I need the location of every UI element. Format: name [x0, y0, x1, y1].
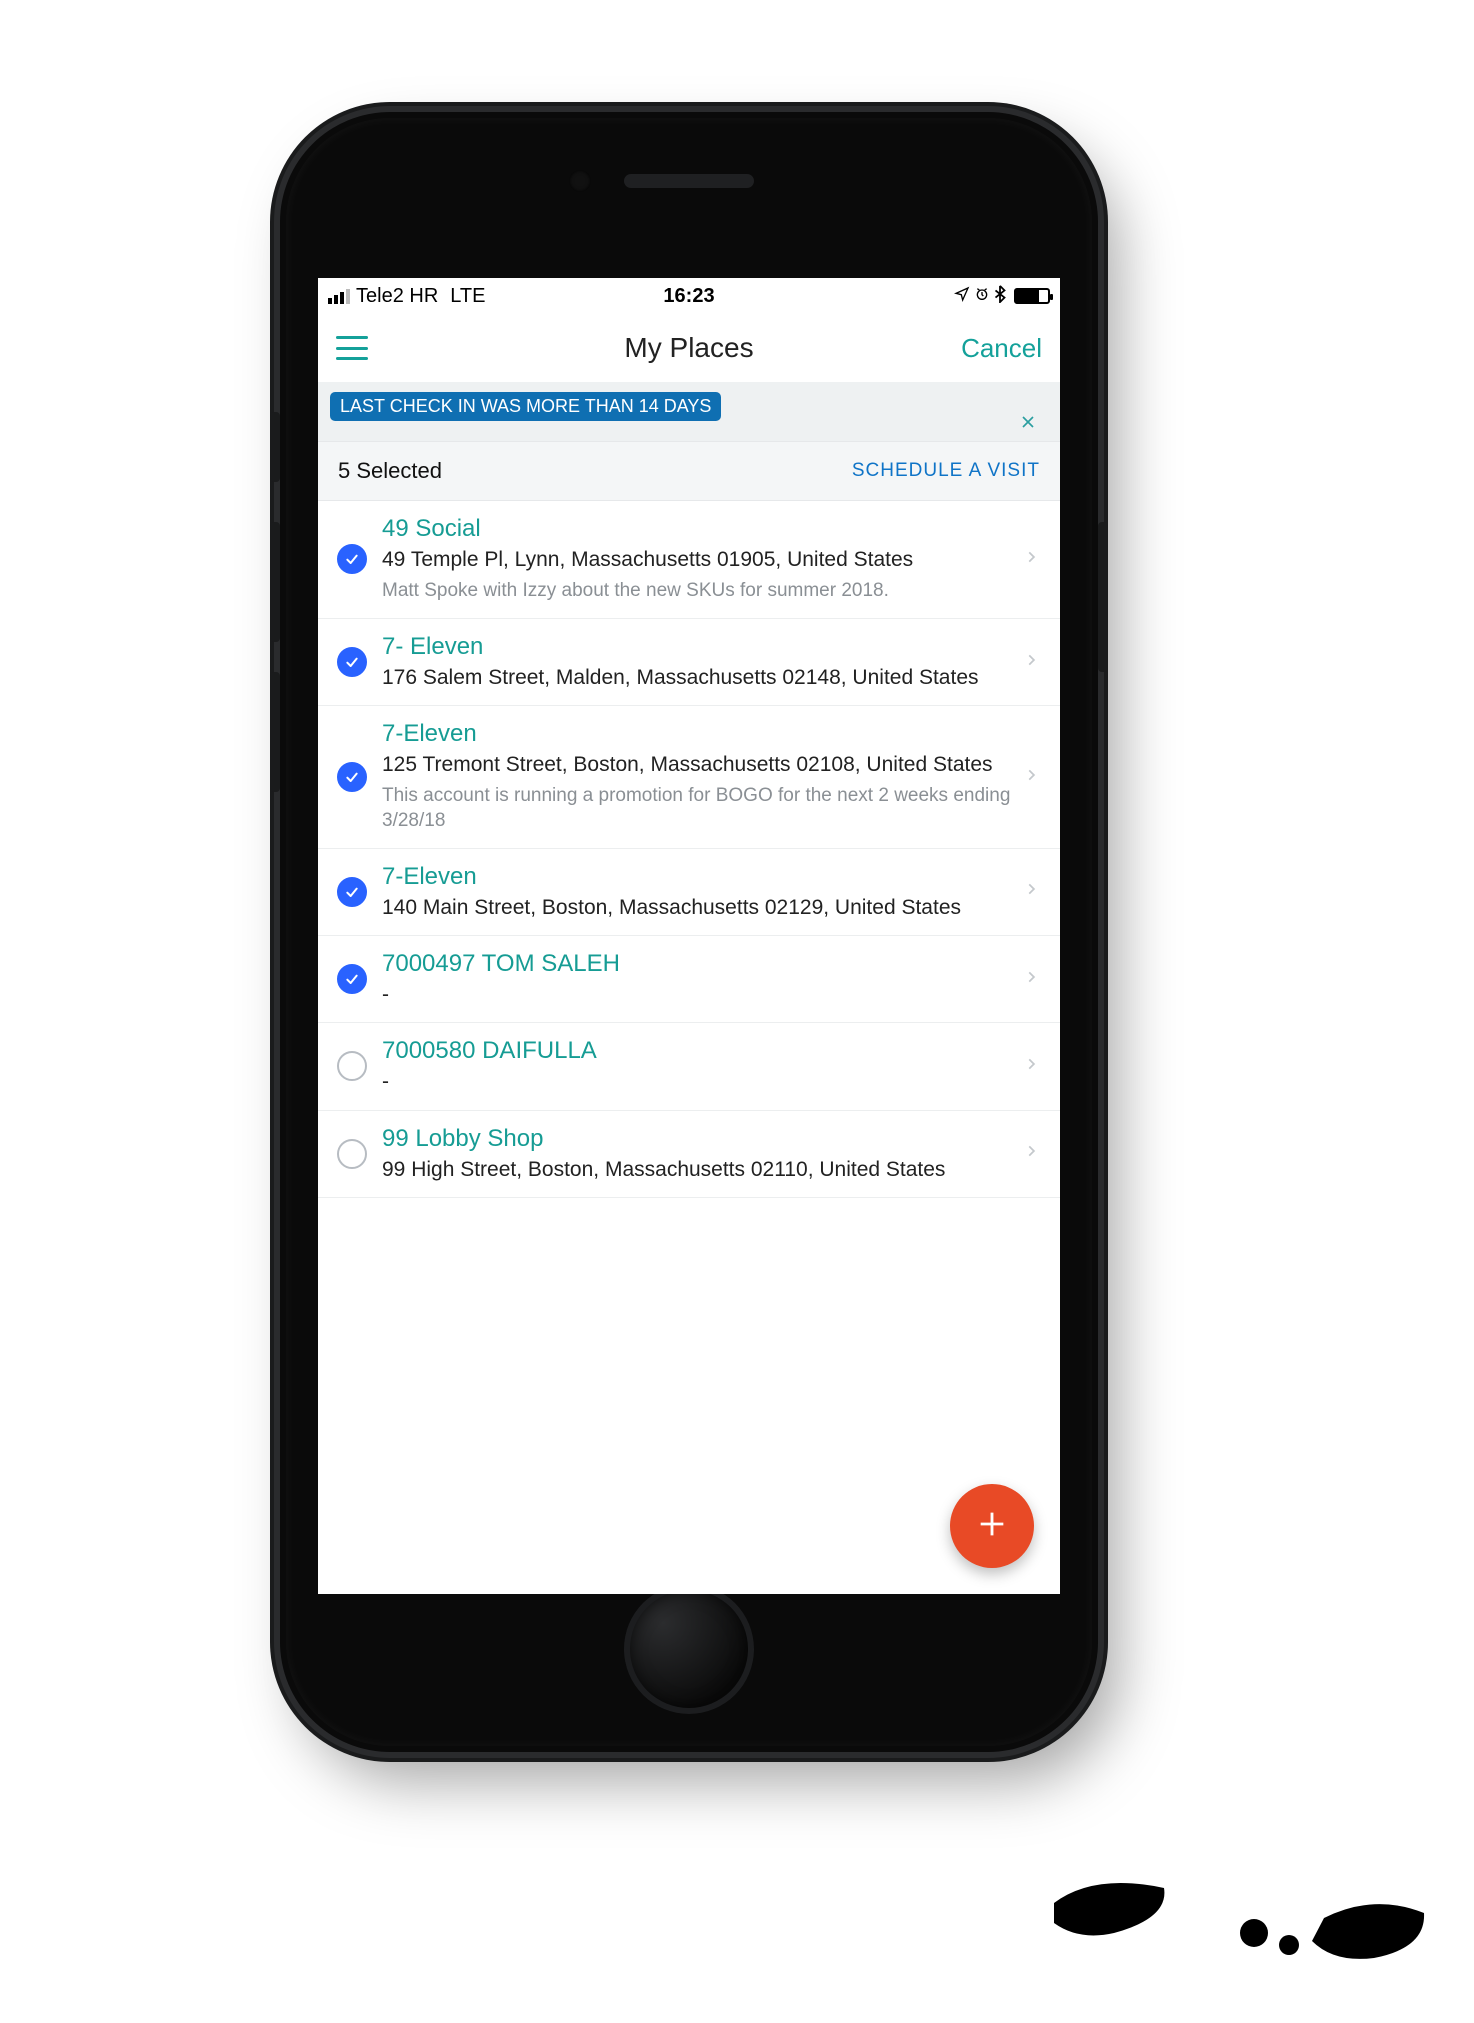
volume-down-button: [270, 672, 280, 792]
battery-icon: [1014, 288, 1050, 304]
home-button[interactable]: [624, 1584, 754, 1714]
select-checkbox[interactable]: [337, 1051, 367, 1081]
select-checkbox[interactable]: [337, 964, 367, 994]
place-address: 99 High Street, Boston, Massachusetts 02…: [382, 1157, 1018, 1183]
volume-up-button: [270, 522, 280, 642]
nav-bar: My Places Cancel: [318, 314, 1060, 382]
power-button: [1098, 522, 1108, 672]
phone-frame: Tele2 HR LTE 16:23: [280, 112, 1098, 1752]
select-checkbox[interactable]: [337, 647, 367, 677]
chevron-right-icon: [1024, 764, 1052, 791]
select-checkbox[interactable]: [337, 877, 367, 907]
decorative-shadow: [1054, 1863, 1434, 1983]
place-row[interactable]: 7000580 DAIFULLA -: [318, 1023, 1060, 1110]
front-camera: [569, 170, 591, 192]
place-address: 49 Temple Pl, Lynn, Massachusetts 01905,…: [382, 547, 1018, 573]
place-name: 7000580 DAIFULLA: [382, 1037, 1018, 1065]
screen: Tele2 HR LTE 16:23: [318, 278, 1060, 1594]
place-address: 176 Salem Street, Malden, Massachusetts …: [382, 665, 1018, 691]
page-title: My Places: [318, 332, 1060, 364]
signal-icon: [328, 289, 350, 304]
place-note: This account is running a promotion for …: [382, 784, 1018, 833]
filter-chip[interactable]: LAST CHECK IN WAS MORE THAN 14 DAYS: [330, 392, 721, 421]
filter-bar: LAST CHECK IN WAS MORE THAN 14 DAYS: [318, 382, 1060, 441]
plus-icon: [975, 1507, 1009, 1546]
cancel-button[interactable]: Cancel: [961, 333, 1042, 364]
selected-count: 5 Selected: [338, 458, 442, 484]
place-row[interactable]: 7-Eleven 140 Main Street, Boston, Massach…: [318, 849, 1060, 936]
menu-button[interactable]: [336, 336, 368, 360]
place-name: 99 Lobby Shop: [382, 1125, 1018, 1153]
chevron-right-icon: [1024, 1140, 1052, 1167]
place-address: 140 Main Street, Boston, Massachusetts 0…: [382, 895, 1018, 921]
place-note: Matt Spoke with Izzy about the new SKUs …: [382, 579, 1018, 604]
alarm-icon: [974, 286, 990, 307]
place-name: 7- Eleven: [382, 633, 1018, 661]
place-row[interactable]: 7- Eleven 176 Salem Street, Malden, Massa…: [318, 619, 1060, 706]
chevron-right-icon: [1024, 878, 1052, 905]
chevron-right-icon: [1024, 546, 1052, 573]
network-label: LTE: [450, 285, 485, 308]
status-bar: Tele2 HR LTE 16:23: [318, 278, 1060, 314]
place-row[interactable]: 7000497 TOM SALEH -: [318, 936, 1060, 1023]
selection-bar: 5 Selected SCHEDULE A VISIT: [318, 441, 1060, 501]
place-name: 7000497 TOM SALEH: [382, 950, 1018, 978]
select-checkbox[interactable]: [337, 762, 367, 792]
place-address: -: [382, 982, 1018, 1008]
place-name: 7-Eleven: [382, 863, 1018, 891]
place-name: 49 Social: [382, 515, 1018, 543]
place-row[interactable]: 7-Eleven 125 Tremont Street, Boston, Mass…: [318, 706, 1060, 849]
location-icon: [954, 286, 970, 307]
chevron-right-icon: [1024, 1053, 1052, 1080]
carrier-label: Tele2 HR: [356, 285, 438, 308]
mute-switch: [270, 412, 280, 482]
place-address: -: [382, 1069, 1018, 1095]
place-row[interactable]: 99 Lobby Shop 99 High Street, Boston, Mas…: [318, 1111, 1060, 1198]
chevron-right-icon: [1024, 966, 1052, 993]
place-name: 7-Eleven: [382, 720, 1018, 748]
schedule-visit-button[interactable]: SCHEDULE A VISIT: [852, 460, 1040, 482]
speaker-grille: [624, 174, 754, 188]
place-row[interactable]: 49 Social 49 Temple Pl, Lynn, Massachuset…: [318, 501, 1060, 619]
place-list: 49 Social 49 Temple Pl, Lynn, Massachuset…: [318, 501, 1060, 1198]
chevron-right-icon: [1024, 649, 1052, 676]
close-icon[interactable]: [1018, 412, 1038, 437]
bluetooth-icon: [994, 285, 1006, 308]
add-button[interactable]: [950, 1484, 1034, 1568]
select-checkbox[interactable]: [337, 544, 367, 574]
select-checkbox[interactable]: [337, 1139, 367, 1169]
place-address: 125 Tremont Street, Boston, Massachusett…: [382, 752, 1018, 778]
clock-label: 16:23: [663, 285, 714, 308]
